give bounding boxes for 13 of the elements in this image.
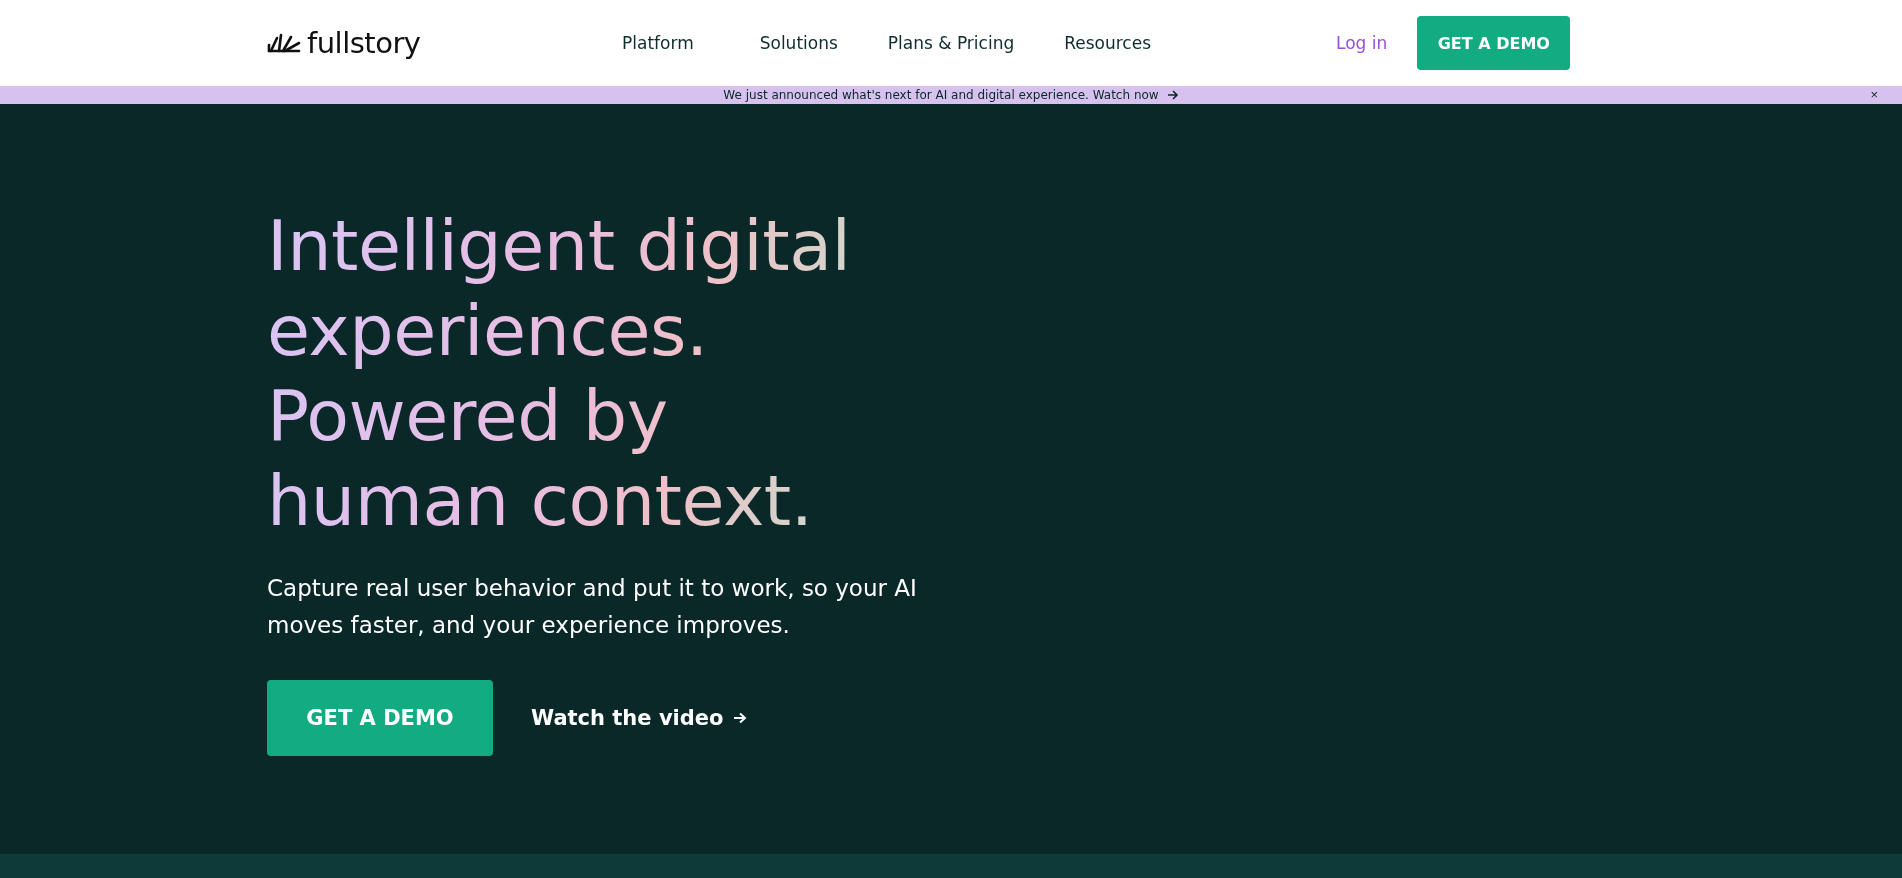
logo-wordmark: fullstory <box>307 26 421 60</box>
nav-link[interactable]: Platform <box>622 33 694 53</box>
login-link[interactable]: Log in <box>1336 33 1388 53</box>
close-button[interactable]: × <box>1866 86 1882 104</box>
nav-link[interactable]: Resources <box>1064 33 1152 53</box>
announcement-link[interactable]: We just announced what's next for AI and digital experience. Watch now <box>723 88 1159 102</box>
nav-link[interactable]: Plans & Pricing <box>887 33 1015 53</box>
hero-subtitle: Capture real user behavior and put it to work, so your AI moves faster, and your experience improves. <box>267 574 918 640</box>
arrow-right-icon <box>733 712 748 724</box>
arrow-right-icon <box>1166 90 1179 100</box>
video-link[interactable]: Watch the video <box>531 706 724 730</box>
nav-link[interactable]: Solutions <box>759 33 838 53</box>
logo-rays-icon <box>267 33 301 53</box>
